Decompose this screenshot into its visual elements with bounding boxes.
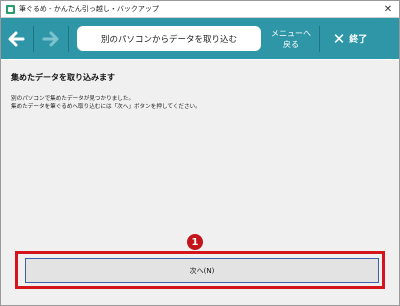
exit-button[interactable]: ✕ 終了 (322, 21, 378, 57)
main-content: 集めたデータを取り込みます 別のパソコンで集めたデータが見つかりました。 集めた… (1, 60, 399, 305)
highlight-frame: 次へ(N) (15, 251, 385, 289)
app-icon (6, 4, 15, 14)
arrow-right-icon (42, 31, 59, 46)
back-button[interactable] (1, 21, 31, 57)
section-heading: 集めたデータを取り込みます (11, 73, 115, 82)
toolbar: 別のパソコンからデータを取り込む メニューへ 戻る ✕ 終了 (1, 17, 399, 59)
window-close-icon[interactable]: ✕ (377, 4, 399, 15)
instruction-line-2: 集めたデータを筆ぐるめへ取り込むには「次へ」ボタンを押してください。 (11, 104, 201, 110)
toolbar-divider (319, 25, 320, 52)
title-bar: 筆ぐるめ - かんたん引っ越し・バックアップ ✕ (1, 1, 399, 17)
toolbar-divider (33, 25, 34, 52)
instruction-text: 別のパソコンで集めたデータが見つかりました。 集めたデータを筆ぐるめへ取り込むに… (11, 95, 201, 111)
menu-return-label-1: メニューへ (271, 28, 311, 38)
step-number-badge: 1 (187, 234, 203, 250)
app-window: 筆ぐるめ - かんたん引っ越し・バックアップ ✕ 別のパソコンからデータを取り込… (0, 0, 400, 306)
exit-label: 終了 (349, 35, 368, 45)
menu-return-label-2: 戻る (283, 39, 299, 49)
close-icon: ✕ (332, 29, 346, 48)
arrow-left-icon (8, 31, 25, 46)
next-button[interactable]: 次へ(N) (25, 258, 379, 283)
forward-button[interactable] (36, 21, 66, 57)
window-title: 筆ぐるめ - かんたん引っ越し・バックアップ (19, 5, 159, 13)
page-title: 別のパソコンからデータを取り込む (77, 26, 261, 51)
menu-return-button[interactable]: メニューへ 戻る (265, 21, 317, 57)
instruction-line-1: 別のパソコンで集めたデータが見つかりました。 (11, 96, 135, 102)
toolbar-divider (68, 25, 69, 52)
